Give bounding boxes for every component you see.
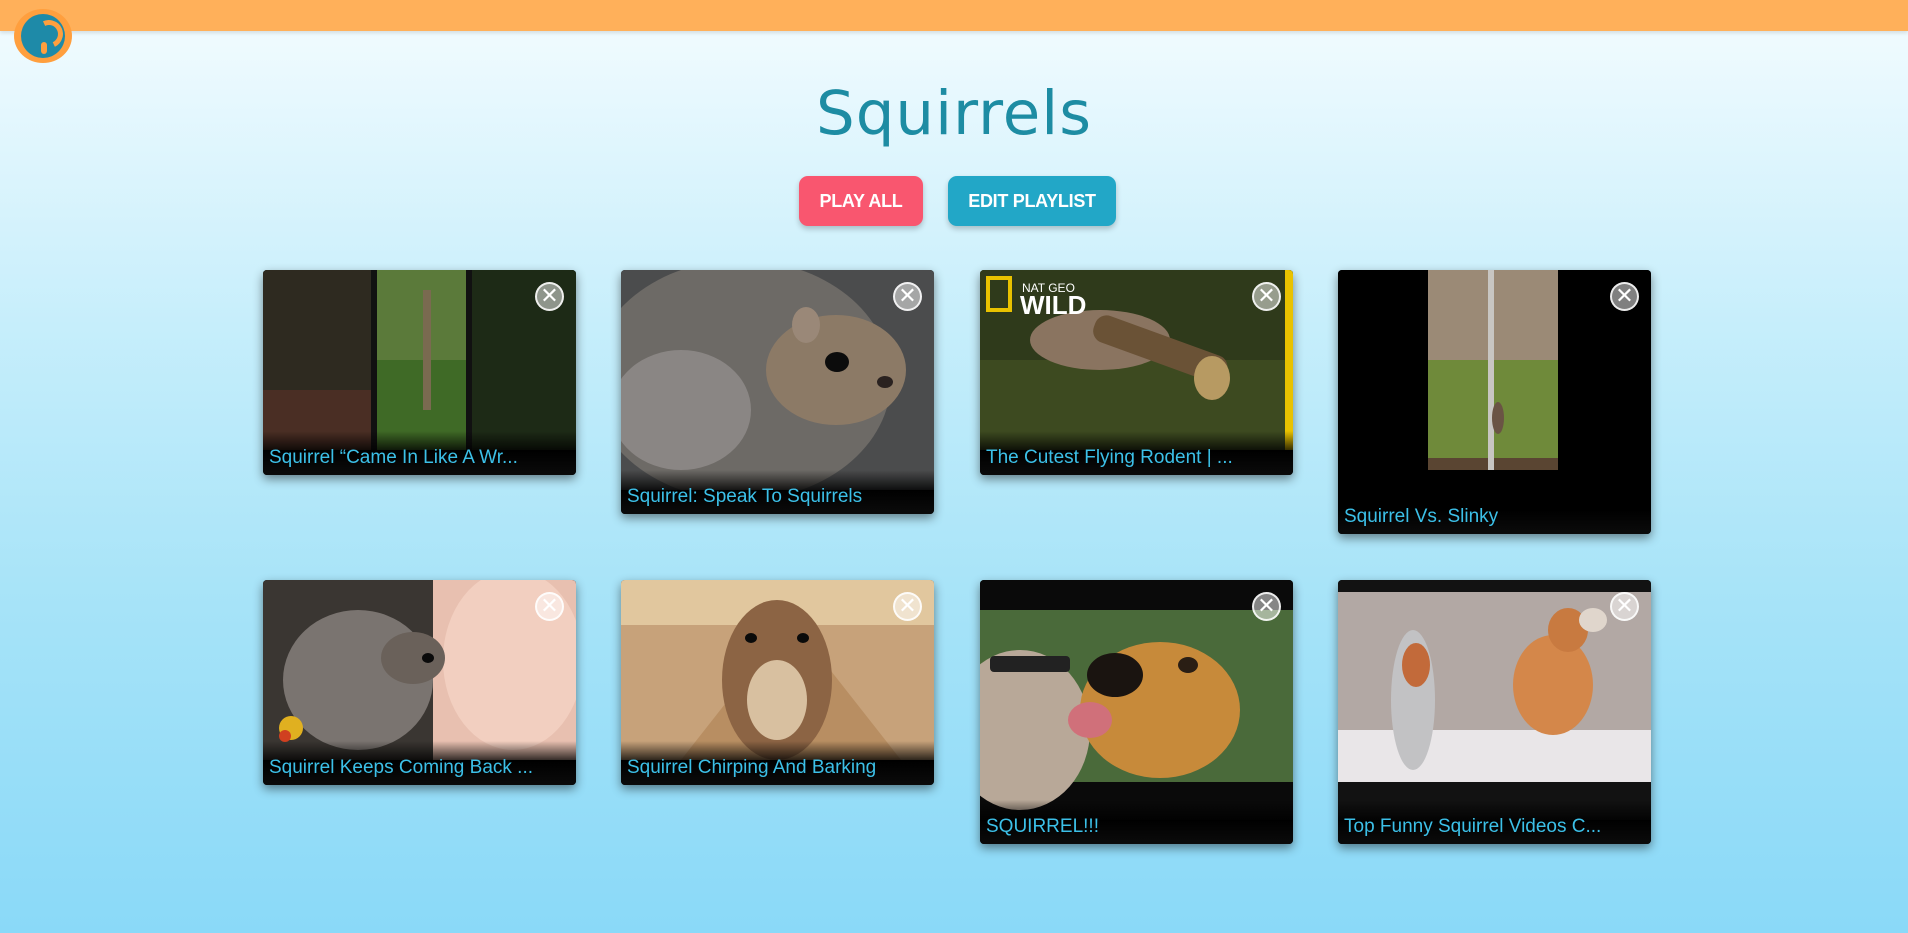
logo-icon[interactable] — [14, 9, 72, 63]
video-thumbnail — [263, 270, 576, 450]
video-thumbnail — [263, 580, 576, 760]
play-all-button[interactable]: PLAY ALL — [799, 176, 923, 226]
video-title[interactable]: Top Funny Squirrel Videos C... — [1344, 816, 1601, 838]
video-thumbnail — [1338, 580, 1651, 820]
video-card[interactable]: Squirrel Vs. Slinky ✕ — [1338, 270, 1651, 534]
video-card[interactable]: SQUIRREL!!! ✕ — [980, 580, 1293, 844]
video-thumbnail — [1338, 270, 1651, 510]
video-title[interactable]: SQUIRREL!!! — [986, 816, 1099, 838]
remove-video-icon[interactable]: ✕ — [1610, 592, 1639, 621]
remove-video-icon[interactable]: ✕ — [535, 592, 564, 621]
video-thumbnail: NAT GEO WILD — [980, 270, 1293, 450]
video-title[interactable]: Squirrel Vs. Slinky — [1344, 506, 1498, 528]
video-title[interactable]: Squirrel: Speak To Squirrels — [627, 486, 862, 508]
playlist-title: Squirrels — [815, 78, 1093, 149]
video-card[interactable]: Squirrel: Speak To Squirrels ✕ — [621, 270, 934, 514]
video-thumbnail — [621, 580, 934, 760]
remove-video-icon[interactable]: ✕ — [1610, 282, 1639, 311]
video-card[interactable]: NAT GEO WILD The Cutest Flying Rodent | … — [980, 270, 1293, 475]
remove-video-icon[interactable]: ✕ — [893, 282, 922, 311]
video-card[interactable]: Squirrel Keeps Coming Back ... ✕ — [263, 580, 576, 785]
video-title[interactable]: Squirrel “Came In Like A Wr... — [269, 447, 518, 469]
video-thumbnail — [980, 580, 1293, 820]
remove-video-icon[interactable]: ✕ — [535, 282, 564, 311]
video-card[interactable]: Squirrel “Came In Like A Wr... ✕ — [263, 270, 576, 475]
remove-video-icon[interactable]: ✕ — [1252, 592, 1281, 621]
edit-playlist-button[interactable]: EDIT PLAYLIST — [948, 176, 1116, 226]
svg-text:WILD: WILD — [1020, 290, 1086, 320]
video-title[interactable]: The Cutest Flying Rodent | ... — [986, 447, 1233, 469]
remove-video-icon[interactable]: ✕ — [893, 592, 922, 621]
video-card[interactable]: Squirrel Chirping And Barking ✕ — [621, 580, 934, 785]
video-title[interactable]: Squirrel Keeps Coming Back ... — [269, 757, 533, 779]
video-card[interactable]: Top Funny Squirrel Videos C... ✕ — [1338, 580, 1651, 844]
video-thumbnail — [621, 270, 934, 490]
remove-video-icon[interactable]: ✕ — [1252, 282, 1281, 311]
top-bar — [0, 0, 1908, 31]
video-title[interactable]: Squirrel Chirping And Barking — [627, 757, 876, 779]
logo-mark — [21, 14, 65, 58]
